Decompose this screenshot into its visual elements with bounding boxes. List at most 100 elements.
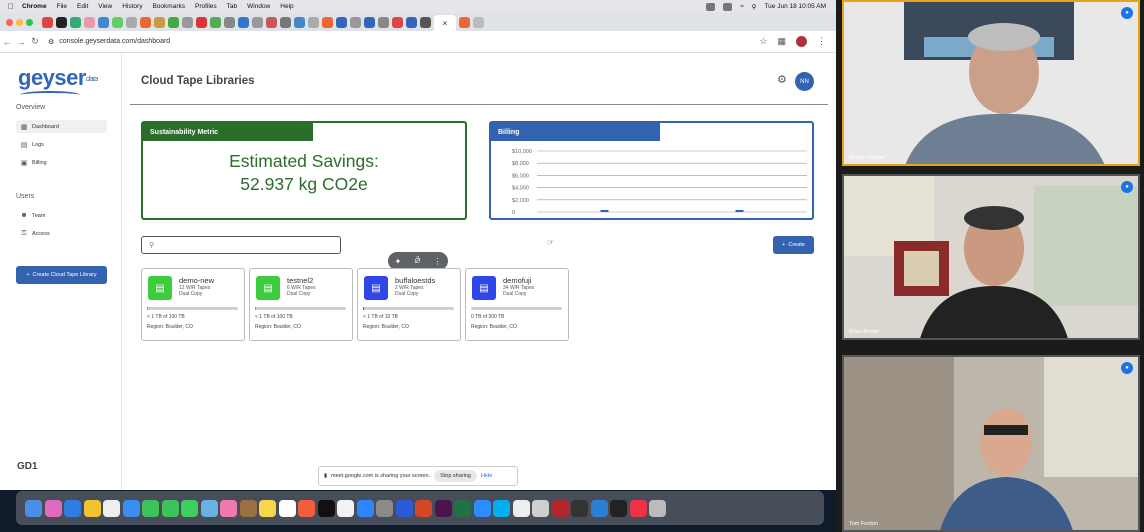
facetime-icon[interactable] — [142, 499, 159, 517]
tab-favicon[interactable] — [154, 16, 165, 28]
mail-icon[interactable] — [122, 499, 140, 517]
menu-window[interactable]: Window — [247, 3, 270, 10]
menu-tab[interactable]: Tab — [227, 3, 237, 10]
tab-favicon[interactable] — [196, 16, 207, 28]
music-icon[interactable] — [298, 499, 315, 517]
menu-bookmarks[interactable]: Bookmarks — [152, 3, 185, 10]
tab-favicon[interactable] — [126, 16, 137, 28]
sidebar-item-billing[interactable]: ▣ Billing — [16, 156, 107, 169]
gear-icon[interactable]: ⚙ — [777, 73, 787, 86]
tab-favicon[interactable] — [406, 16, 417, 28]
tv-icon[interactable] — [317, 499, 335, 517]
forward-icon[interactable]: → — [14, 37, 28, 47]
geyser-logo[interactable]: geyser data — [18, 65, 98, 93]
library-card[interactable]: ▤ demofuji 34 W/R Tapes Dual Copy 0 TB of 30… — [465, 268, 569, 341]
tab-favicon[interactable] — [210, 16, 221, 28]
photos-icon[interactable] — [220, 499, 237, 517]
extensions-icon[interactable]: ▦ — [777, 36, 786, 47]
tab-favicon[interactable] — [224, 16, 235, 28]
powerpoint-icon[interactable] — [415, 499, 432, 517]
back-icon[interactable]: ← — [0, 37, 14, 47]
tab-favicon[interactable] — [70, 16, 81, 28]
menu-history[interactable]: History — [122, 3, 142, 10]
reminders-icon[interactable] — [278, 499, 296, 517]
tab-favicon[interactable] — [238, 16, 249, 28]
tab-favicon[interactable] — [56, 16, 67, 28]
tab-favicon[interactable] — [252, 16, 263, 28]
sidebar-item-access[interactable]: ⚿ Access — [16, 227, 107, 240]
menu-profiles[interactable]: Profiles — [195, 3, 217, 10]
search-icon[interactable]: ⚲ — [752, 3, 757, 11]
tab-favicon[interactable] — [182, 16, 193, 28]
menu-edit[interactable]: Edit — [77, 3, 88, 10]
more-options-icon[interactable]: ⋮ — [433, 257, 441, 266]
wifi-icon[interactable]: ≈ — [740, 3, 744, 10]
tab-favicon[interactable] — [266, 16, 277, 28]
status-icon[interactable] — [706, 2, 716, 11]
sidebar-item-team[interactable]: ☻ Team — [16, 209, 107, 222]
tab-favicon[interactable] — [420, 16, 431, 28]
pin-icon[interactable]: ✦ — [395, 257, 402, 266]
new-tab-icon[interactable] — [473, 16, 484, 28]
chrome-icon[interactable] — [83, 499, 101, 517]
menu-help[interactable]: Help — [280, 3, 293, 10]
calendar-icon[interactable] — [103, 499, 120, 517]
url-field[interactable]: ⚙ console.geyserdata.com/dashboard — [48, 38, 170, 46]
profile-icon[interactable] — [796, 36, 807, 47]
tab-favicon[interactable] — [364, 16, 375, 28]
trash-icon[interactable] — [649, 499, 666, 517]
hide-button[interactable]: Hide — [481, 473, 492, 479]
whatsapp-icon[interactable] — [181, 499, 198, 517]
tab-favicon[interactable] — [336, 16, 347, 28]
help-icon[interactable] — [532, 499, 549, 517]
stop-sharing-button[interactable]: Stop sharing — [434, 470, 477, 482]
zoom-window-icon[interactable] — [26, 18, 33, 26]
site-info-icon[interactable]: ⚙ — [48, 38, 54, 46]
search-input[interactable]: ⚲ — [141, 236, 341, 254]
library-card[interactable]: ▤ testnel2 6 W/R Tapes Dual Copy < 1 TB of 1… — [249, 268, 353, 341]
contacts-icon[interactable] — [239, 499, 257, 517]
menubar-clock[interactable]: Tue Jun 18 10:05 AM — [764, 3, 826, 10]
participant-tile[interactable]: ● Nelson Nahum — [842, 0, 1140, 166]
app-icon[interactable] — [629, 499, 647, 517]
tab-favicon[interactable] — [140, 16, 151, 28]
more-menu-icon[interactable]: ⋮ — [817, 36, 826, 47]
messages-icon[interactable] — [161, 499, 179, 517]
mute-icon[interactable]: ⦳ — [414, 256, 420, 266]
tab-favicon[interactable] — [294, 16, 305, 28]
sidebar-item-logs[interactable]: ▤ Logs — [16, 138, 107, 151]
avatar[interactable]: NN — [795, 72, 814, 91]
tab-favicon[interactable] — [322, 16, 333, 28]
tab-favicon[interactable] — [280, 16, 291, 28]
reload-icon[interactable]: ↻ — [28, 36, 42, 47]
appstore-icon[interactable] — [356, 499, 374, 517]
create-button[interactable]: + Create — [773, 236, 814, 254]
menu-file[interactable]: File — [57, 3, 67, 10]
tab-favicon[interactable] — [98, 16, 109, 28]
menu-app[interactable]: Chrome — [22, 3, 47, 10]
bitwarden-icon[interactable] — [551, 499, 569, 517]
tab-favicon[interactable] — [112, 16, 123, 28]
minimize-window-icon[interactable] — [16, 18, 23, 26]
word-icon[interactable] — [395, 499, 413, 517]
active-tab[interactable]: × — [434, 15, 456, 31]
close-window-icon[interactable] — [6, 18, 13, 26]
tab-favicon[interactable] — [350, 16, 361, 28]
skype-icon[interactable] — [493, 499, 510, 517]
tab-favicon[interactable] — [168, 16, 179, 28]
menu-view[interactable]: View — [98, 3, 112, 10]
create-cloud-tape-library-button[interactable]: + Create Cloud Tape Library — [16, 266, 107, 284]
news-icon[interactable] — [337, 499, 354, 517]
preview-icon[interactable] — [512, 499, 530, 517]
vscode-icon[interactable] — [590, 499, 608, 517]
zoom-icon[interactable] — [473, 499, 491, 517]
tab-favicon[interactable] — [84, 16, 95, 28]
safari-icon[interactable] — [64, 499, 81, 517]
notes-icon[interactable] — [259, 499, 276, 517]
sidebar-item-dashboard[interactable]: ▦ Dashboard — [16, 120, 107, 133]
screenshot-icon[interactable] — [571, 499, 588, 517]
apple-icon[interactable]:  — [8, 2, 14, 11]
maps-icon[interactable] — [200, 499, 218, 517]
participant-tile[interactable]: ● Tom Fenton — [842, 355, 1140, 532]
bookmark-star-icon[interactable]: ☆ — [759, 36, 767, 47]
